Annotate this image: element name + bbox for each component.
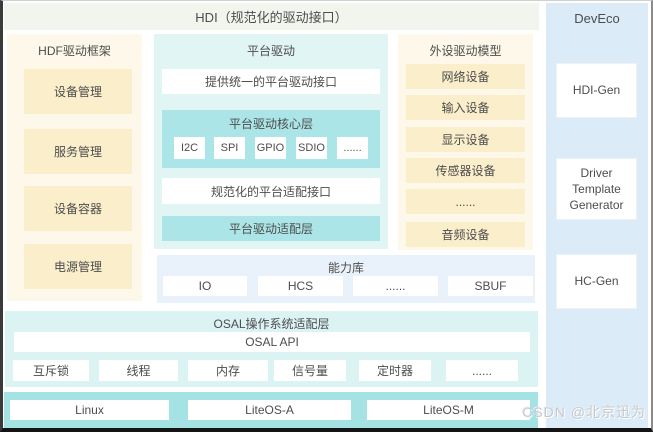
peripheral-item-sensor: 传感器设备 — [406, 158, 525, 183]
capability-item-more: ...... — [353, 276, 438, 296]
peripheral-models-title: 外设驱动模型 — [429, 44, 502, 58]
core-item-i2c: I2C — [174, 137, 205, 159]
platform-driver-title: 平台驱动 — [246, 44, 295, 58]
deveco-panel: DevEco HDI-Gen Driver Template Generator… — [546, 3, 648, 428]
capability-item-io: IO — [163, 276, 247, 296]
core-item-sdio: SDIO — [296, 137, 327, 159]
capability-item-hcs: HCS — [258, 276, 343, 296]
core-item-gpio: GPIO — [255, 137, 286, 159]
csdn-watermark: CSDN @北京迅为 — [522, 404, 646, 420]
osal-item-thread: 线程 — [99, 360, 178, 381]
osal-item-timer: 定时器 — [359, 360, 431, 381]
deveco-tool-hc-gen: HC-Gen — [556, 254, 637, 309]
capability-item-sbuf: SBUF — [448, 276, 533, 296]
peripheral-item-audio: 音频设备 — [406, 222, 525, 247]
hdf-architecture-diagram: HDI（规范化的驱动接口） HDF驱动框架 设备管理 服务管理 设备容器 电源管… — [0, 0, 653, 432]
platform-driver-panel: 平台驱动 提供统一的平台驱动接口 平台驱动核心层 I2C SPI GPIO SD… — [154, 34, 388, 249]
hdf-item-power-management: 电源管理 — [24, 244, 132, 289]
peripheral-item-input: 输入设备 — [406, 95, 525, 120]
core-item-more: ...... — [337, 137, 368, 159]
kernel-linux: Linux — [10, 400, 169, 420]
hdf-framework-panel: HDF驱动框架 设备管理 服务管理 设备容器 电源管理 — [7, 34, 142, 301]
hdf-item-device-container: 设备容器 — [24, 186, 132, 231]
deveco-tool-driver-template-generator: Driver Template Generator — [556, 158, 637, 220]
hdf-framework-title: HDF驱动框架 — [38, 44, 111, 58]
core-item-spi: SPI — [214, 137, 245, 159]
osal-item-more: ...... — [446, 360, 518, 381]
platform-core-layer: 平台驱动核心层 I2C SPI GPIO SDIO ...... — [162, 110, 380, 168]
platform-core-layer-title: 平台驱动核心层 — [228, 117, 313, 131]
platform-adapt-interface: 规范化的平台适配接口 — [162, 178, 380, 204]
kernel-liteos-a: LiteOS-A — [188, 400, 351, 420]
osal-item-mutex: 互斥锁 — [13, 360, 89, 381]
hdi-interface-bar: HDI（规范化的驱动接口） — [4, 3, 539, 30]
peripheral-item-more: ...... — [406, 189, 525, 214]
hdi-interface-label: HDI（规范化的驱动接口） — [195, 10, 348, 25]
hdf-item-device-management: 设备管理 — [24, 69, 132, 114]
deveco-tool-hdi-gen: HDI-Gen — [556, 63, 637, 118]
peripheral-models-panel: 外设驱动模型 网络设备 输入设备 显示设备 传感器设备 ...... 音频设备 — [398, 34, 533, 250]
platform-unified-interface: 提供统一的平台驱动接口 — [162, 69, 380, 94]
osal-panel: OSAL操作系统适配层 OSAL API 互斥锁 线程 内存 信号量 定时器 .… — [5, 311, 538, 387]
osal-item-memory: 内存 — [188, 360, 268, 381]
osal-api-bar: OSAL API — [14, 332, 530, 352]
hdf-item-service-management: 服务管理 — [24, 129, 132, 174]
peripheral-item-network: 网络设备 — [406, 64, 525, 89]
peripheral-item-display: 显示设备 — [406, 127, 525, 152]
osal-title: OSAL操作系统适配层 — [213, 317, 330, 331]
capability-lib-title: 能力库 — [327, 261, 364, 275]
capability-lib-panel: 能力库 IO HCS ...... SBUF — [157, 255, 535, 303]
platform-adapt-layer: 平台驱动适配层 — [162, 216, 380, 241]
osal-item-semaphore: 信号量 — [274, 360, 346, 381]
deveco-title: DevEco — [574, 11, 620, 26]
kernel-bar: Linux LiteOS-A LiteOS-M — [4, 392, 538, 428]
kernel-liteos-m: LiteOS-M — [367, 400, 530, 420]
